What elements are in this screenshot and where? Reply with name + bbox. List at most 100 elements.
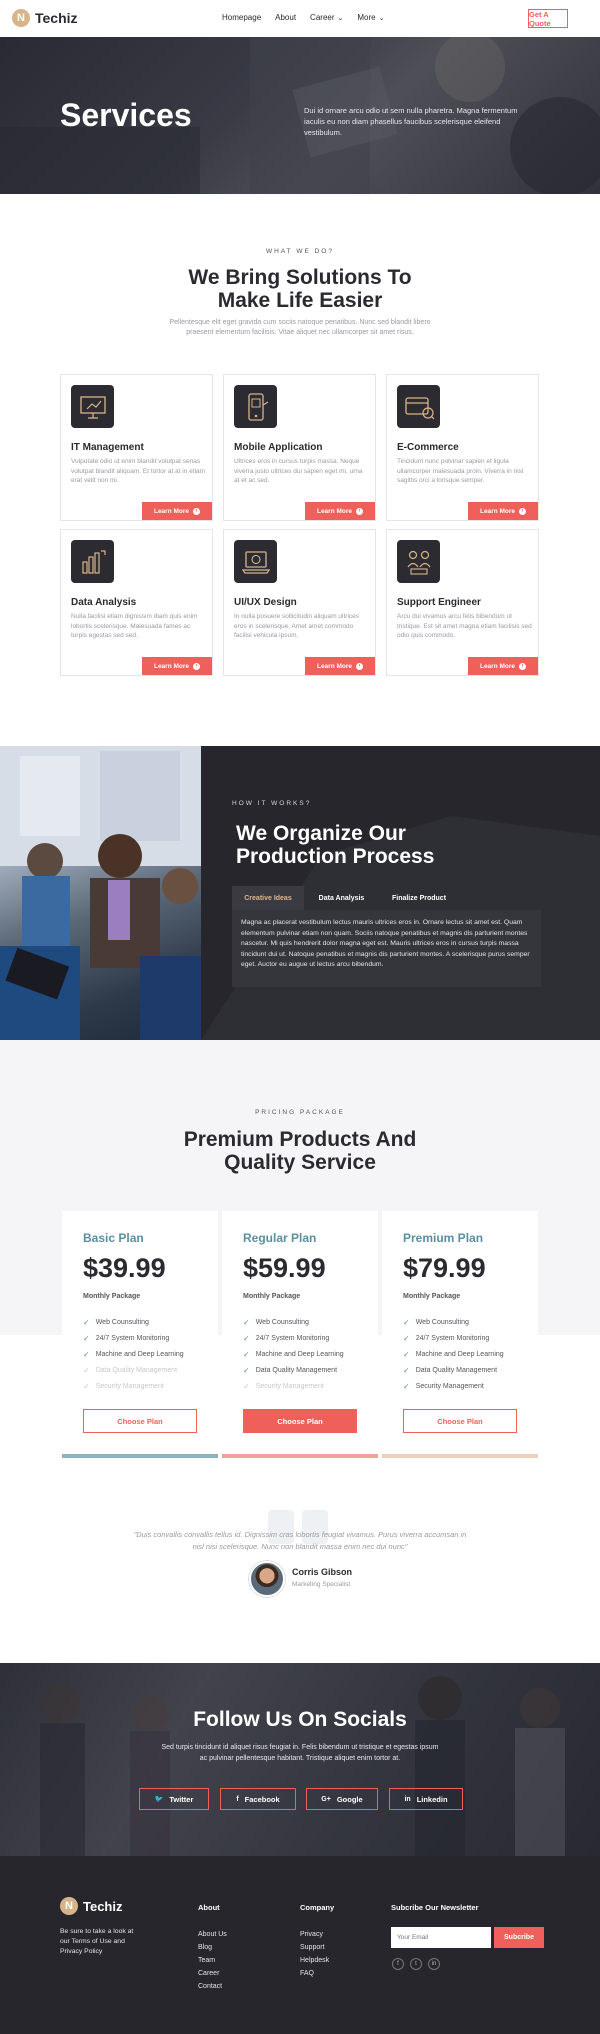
- plan-period: Monthly Package: [403, 1293, 461, 1300]
- brand-logo[interactable]: N Techiz: [12, 9, 78, 27]
- facebook-button[interactable]: f Facebook: [220, 1788, 296, 1810]
- nav-item-about[interactable]: About: [275, 13, 296, 22]
- process-section: HOW IT WORKS? We Organize Our Production…: [201, 746, 600, 1040]
- tab-data-analysis[interactable]: Data Analysis: [304, 886, 379, 910]
- footer-terms-text: Be sure to take a look at our Terms of U…: [60, 1928, 134, 1955]
- feature-label: Web Counsulting: [95, 1319, 149, 1326]
- twitter-button[interactable]: 🐦 Twitter: [139, 1788, 209, 1810]
- plan-price: $59.99: [243, 1253, 326, 1283]
- learn-more-label: Learn More: [479, 507, 516, 515]
- learn-more-button[interactable]: Learn More ›: [305, 657, 375, 675]
- footer-link[interactable]: Support: [300, 1944, 325, 1951]
- footer-link[interactable]: About Us: [198, 1931, 227, 1938]
- footer-brand-name: Techiz: [83, 1898, 123, 1914]
- footer-link[interactable]: FAQ: [300, 1970, 314, 1977]
- arrow-right-icon: ›: [356, 507, 364, 515]
- footer-link[interactable]: Helpdesk: [300, 1957, 329, 1964]
- facebook-icon: f: [236, 1795, 239, 1803]
- plan-feature: ✓ Machine and Deep Learning: [243, 1350, 344, 1359]
- pricing-title-line2: Quality Service: [224, 1151, 376, 1174]
- footer-link[interactable]: Team: [198, 1957, 215, 1964]
- feature-label: Machine and Deep Learning: [415, 1351, 504, 1358]
- service-card: Data Analysis Nulla facilisi etiam dignis…: [60, 529, 213, 676]
- google-icon: G+: [321, 1795, 331, 1803]
- socials-text: Sed turpis tincidunt id aliquet risus fe…: [161, 1744, 439, 1762]
- feature-label: Security Management: [255, 1383, 324, 1390]
- plan-accent-bar: [222, 1454, 378, 1458]
- learn-more-button[interactable]: Learn More ›: [468, 502, 538, 520]
- check-icon: ✓: [243, 1382, 250, 1391]
- feature-label: Data Quality Management: [95, 1367, 178, 1374]
- hero-description: Dui id ornare arcu odio ut sem nulla pha…: [304, 106, 518, 137]
- nav-item-homepage[interactable]: Homepage: [222, 13, 261, 22]
- social-label: Google: [336, 1794, 363, 1804]
- plan-name: Premium Plan: [403, 1231, 484, 1245]
- nav-label: Homepage: [222, 13, 262, 22]
- nav-item-more[interactable]: More ⌄: [357, 13, 384, 22]
- check-icon: ✓: [83, 1350, 90, 1359]
- feature-label: Security Management: [95, 1383, 164, 1390]
- footer-link[interactable]: Privacy: [300, 1931, 323, 1938]
- tab-creative-ideas[interactable]: Creative Ideas: [232, 886, 304, 910]
- feature-label: Machine and Deep Learning: [95, 1351, 184, 1358]
- service-card: UI/UX Design In nulla posuere sollicitudi…: [223, 529, 376, 676]
- brand-name: Techiz: [35, 10, 78, 26]
- nav-label: More: [357, 13, 376, 22]
- feature-label: 24/7 System Monitoring: [255, 1335, 330, 1342]
- check-icon: ✓: [403, 1382, 410, 1391]
- linkedin-icon[interactable]: in: [428, 1958, 440, 1970]
- choose-plan-button[interactable]: Choose Plan: [83, 1409, 197, 1433]
- process-title-line2: Production Process: [236, 845, 435, 868]
- choose-plan-button[interactable]: Choose Plan: [403, 1409, 517, 1433]
- plan-price: $39.99: [83, 1253, 166, 1283]
- nav-item-career[interactable]: Career ⌄: [310, 13, 343, 22]
- service-description: Tincidunt nunc pulvinar sapien et ligula…: [397, 458, 524, 484]
- service-title: Data Analysis: [71, 597, 137, 608]
- services-subtitle: Pellentesque elit eget gravida cum socii…: [169, 319, 431, 336]
- learn-more-button[interactable]: Learn More ›: [305, 502, 375, 520]
- learn-more-button[interactable]: Learn More ›: [142, 502, 212, 520]
- choose-plan-button[interactable]: Choose Plan: [243, 1409, 357, 1433]
- feature-label: Data Quality Management: [255, 1367, 338, 1374]
- team-photo-illustration: [0, 746, 201, 1040]
- service-description: Ultrices eros in cursus turpis massa. Ne…: [234, 458, 363, 484]
- social-label: Facebook: [244, 1794, 280, 1804]
- plan-feature: ✓ Machine and Deep Learning: [83, 1350, 184, 1359]
- tab-finalize-product[interactable]: Finalize Product: [379, 886, 459, 910]
- learn-more-label: Learn More: [316, 662, 353, 670]
- footer-brand[interactable]: N Techiz: [60, 1897, 123, 1915]
- service-title: IT Management: [71, 442, 144, 453]
- learn-more-button[interactable]: Learn More ›: [468, 657, 538, 675]
- plan-price: $79.99: [403, 1253, 486, 1283]
- linkedin-button[interactable]: in Linkedin: [389, 1788, 463, 1810]
- feature-label: 24/7 System Monitoring: [415, 1335, 490, 1342]
- learn-more-button[interactable]: Learn More ›: [142, 657, 212, 675]
- google-button[interactable]: G+ Google: [306, 1788, 378, 1810]
- testimonial-quote: "Duis convallis convallis tellus id. Dig…: [133, 1530, 467, 1551]
- twitter-icon[interactable]: t: [410, 1958, 422, 1970]
- newsletter-email-input[interactable]: [391, 1927, 491, 1948]
- service-description: Vulputate odio ut enim blandit volutpat …: [71, 458, 206, 484]
- feature-label: Security Management: [415, 1383, 484, 1390]
- check-icon: ✓: [403, 1318, 410, 1327]
- footer-link[interactable]: Career: [198, 1970, 219, 1977]
- service-card: Support Engineer Arcu dui vivamus arcu fe…: [386, 529, 539, 676]
- feature-label: 24/7 System Monitoring: [95, 1335, 170, 1342]
- get-quote-button[interactable]: Get A Quote: [528, 9, 568, 28]
- subscribe-button[interactable]: Subcribe: [494, 1927, 544, 1948]
- footer-link[interactable]: Contact: [198, 1983, 222, 1990]
- footer-link[interactable]: Blog: [198, 1944, 212, 1951]
- facebook-icon[interactable]: f: [392, 1958, 404, 1970]
- social-label: Linkedin: [416, 1794, 448, 1804]
- services-title-line1: We Bring Solutions To: [188, 266, 412, 289]
- service-description: Arcu dui vivamus arcu felis bibendum ut …: [397, 613, 532, 639]
- social-label: Twitter: [169, 1794, 194, 1804]
- feature-label: Machine and Deep Learning: [255, 1351, 344, 1358]
- check-icon: ✓: [83, 1366, 90, 1375]
- hero-banner: Services Dui id ornare arcu odio ut sem …: [0, 37, 600, 194]
- linkedin-icon: in: [404, 1795, 411, 1803]
- arrow-right-icon: ›: [193, 507, 201, 515]
- pricing-title-line1: Premium Products And: [183, 1128, 417, 1151]
- tab-panel-text: Magna ac placerat vestibulum lectus maur…: [241, 919, 530, 968]
- credit-card-icon: [397, 385, 440, 428]
